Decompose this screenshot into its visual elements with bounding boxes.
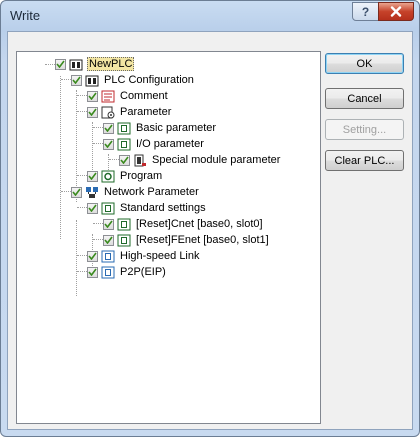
checkmark-icon <box>72 76 81 84</box>
tree-item-special-module-parameter[interactable]: Special module parameter <box>119 152 281 168</box>
write-dialog: Write ? NewPLC PLC Configuration Comment… <box>0 0 420 437</box>
tree-item-program[interactable]: Program <box>87 168 163 184</box>
tree-item-parameter[interactable]: Parameter <box>87 104 172 120</box>
help-button[interactable]: ? <box>352 2 379 21</box>
module-icon <box>101 202 115 215</box>
checkbox-newplc[interactable] <box>55 58 66 70</box>
checkbox-p2p[interactable] <box>87 266 98 278</box>
tree-label-network-parameter: Network Parameter <box>104 186 199 198</box>
close-icon <box>390 6 402 17</box>
tree-item-comment[interactable]: Comment <box>87 88 169 104</box>
checkbox-special-module-parameter[interactable] <box>119 154 130 166</box>
tree-item-io-parameter[interactable]: I/O parameter <box>103 136 205 152</box>
dialog-client-area: NewPLC PLC Configuration Comment Paramet… <box>7 31 413 430</box>
title-bar: Write ? <box>1 1 419 31</box>
tree-label-standard-settings: Standard settings <box>120 202 206 214</box>
checkmark-icon <box>88 252 97 260</box>
tree-item-p2p[interactable]: P2P(EIP) <box>87 264 167 280</box>
comment-icon <box>101 90 115 103</box>
checkmark-icon <box>88 172 97 180</box>
tree-label-io-parameter: I/O parameter <box>136 138 204 150</box>
tree-label-comment: Comment <box>120 90 168 102</box>
tree-label-cnet: [Reset]Cnet [base0, slot0] <box>136 218 263 230</box>
tree-label-fenet: [Reset]FEnet [base0, slot1] <box>136 234 269 246</box>
parameter-icon <box>101 106 115 119</box>
tree-label-basic-parameter: Basic parameter <box>136 122 217 134</box>
checkbox-basic-parameter[interactable] <box>103 122 114 134</box>
window-title: Write <box>10 8 41 23</box>
module-icon <box>117 218 131 231</box>
checkmark-icon <box>104 124 113 132</box>
checkmark-icon <box>88 92 97 100</box>
tree-label-special-module-parameter: Special module parameter <box>152 154 281 166</box>
checkbox-fenet[interactable] <box>103 234 114 246</box>
checkbox-high-speed-link[interactable] <box>87 250 98 262</box>
tree-item-cnet[interactable]: [Reset]Cnet [base0, slot0] <box>103 216 264 232</box>
ok-button[interactable]: OK <box>325 53 404 74</box>
plc-icon <box>85 74 99 87</box>
module-icon <box>133 154 147 167</box>
write-item-tree[interactable]: NewPLC PLC Configuration Comment Paramet… <box>16 51 321 424</box>
tree-label-high-speed-link: High-speed Link <box>120 250 200 262</box>
checkbox-standard-settings[interactable] <box>87 202 98 214</box>
tree-item-network-parameter[interactable]: Network Parameter <box>71 184 200 200</box>
tree-label-newplc: NewPLC <box>87 57 135 71</box>
checkmark-icon <box>88 108 97 116</box>
checkmark-icon <box>104 220 113 228</box>
tree-item-basic-parameter[interactable]: Basic parameter <box>103 120 217 136</box>
checkmark-icon <box>72 188 81 196</box>
close-button[interactable] <box>378 2 414 21</box>
checkbox-comment[interactable] <box>87 90 98 102</box>
plc-icon <box>69 58 83 71</box>
checkmark-icon <box>88 268 97 276</box>
checkmark-icon <box>88 204 97 212</box>
tree-item-plc-configuration[interactable]: PLC Configuration <box>71 72 195 88</box>
tree-label-parameter: Parameter <box>120 106 172 118</box>
checkbox-plc-configuration[interactable] <box>71 74 82 86</box>
checkmark-icon <box>56 60 65 68</box>
checkbox-io-parameter[interactable] <box>103 138 114 150</box>
tree-label-plc-configuration: PLC Configuration <box>104 74 194 86</box>
module-icon <box>101 266 115 279</box>
help-icon: ? <box>361 4 370 19</box>
checkbox-network-parameter[interactable] <box>71 186 82 198</box>
program-icon <box>101 170 115 183</box>
checkbox-parameter[interactable] <box>87 106 98 118</box>
checkbox-cnet[interactable] <box>103 218 114 230</box>
tree-label-p2p: P2P(EIP) <box>120 266 166 278</box>
module-icon <box>117 138 131 151</box>
network-icon <box>85 186 99 199</box>
tree-item-standard-settings[interactable]: Standard settings <box>87 200 207 216</box>
module-icon <box>117 234 131 247</box>
tree-item-newplc[interactable]: NewPLC <box>55 56 135 72</box>
module-icon <box>117 122 131 135</box>
checkmark-icon <box>104 140 113 148</box>
tree-label-program: Program <box>120 170 163 182</box>
checkmark-icon <box>120 156 129 164</box>
cancel-button[interactable]: Cancel <box>325 88 404 109</box>
tree-item-fenet[interactable]: [Reset]FEnet [base0, slot1] <box>103 232 270 248</box>
checkmark-icon <box>104 236 113 244</box>
setting-button[interactable]: Setting... <box>325 119 404 140</box>
clear-plc-button[interactable]: Clear PLC... <box>325 150 404 171</box>
checkbox-program[interactable] <box>87 170 98 182</box>
tree-item-high-speed-link[interactable]: High-speed Link <box>87 248 201 264</box>
module-icon <box>101 250 115 263</box>
